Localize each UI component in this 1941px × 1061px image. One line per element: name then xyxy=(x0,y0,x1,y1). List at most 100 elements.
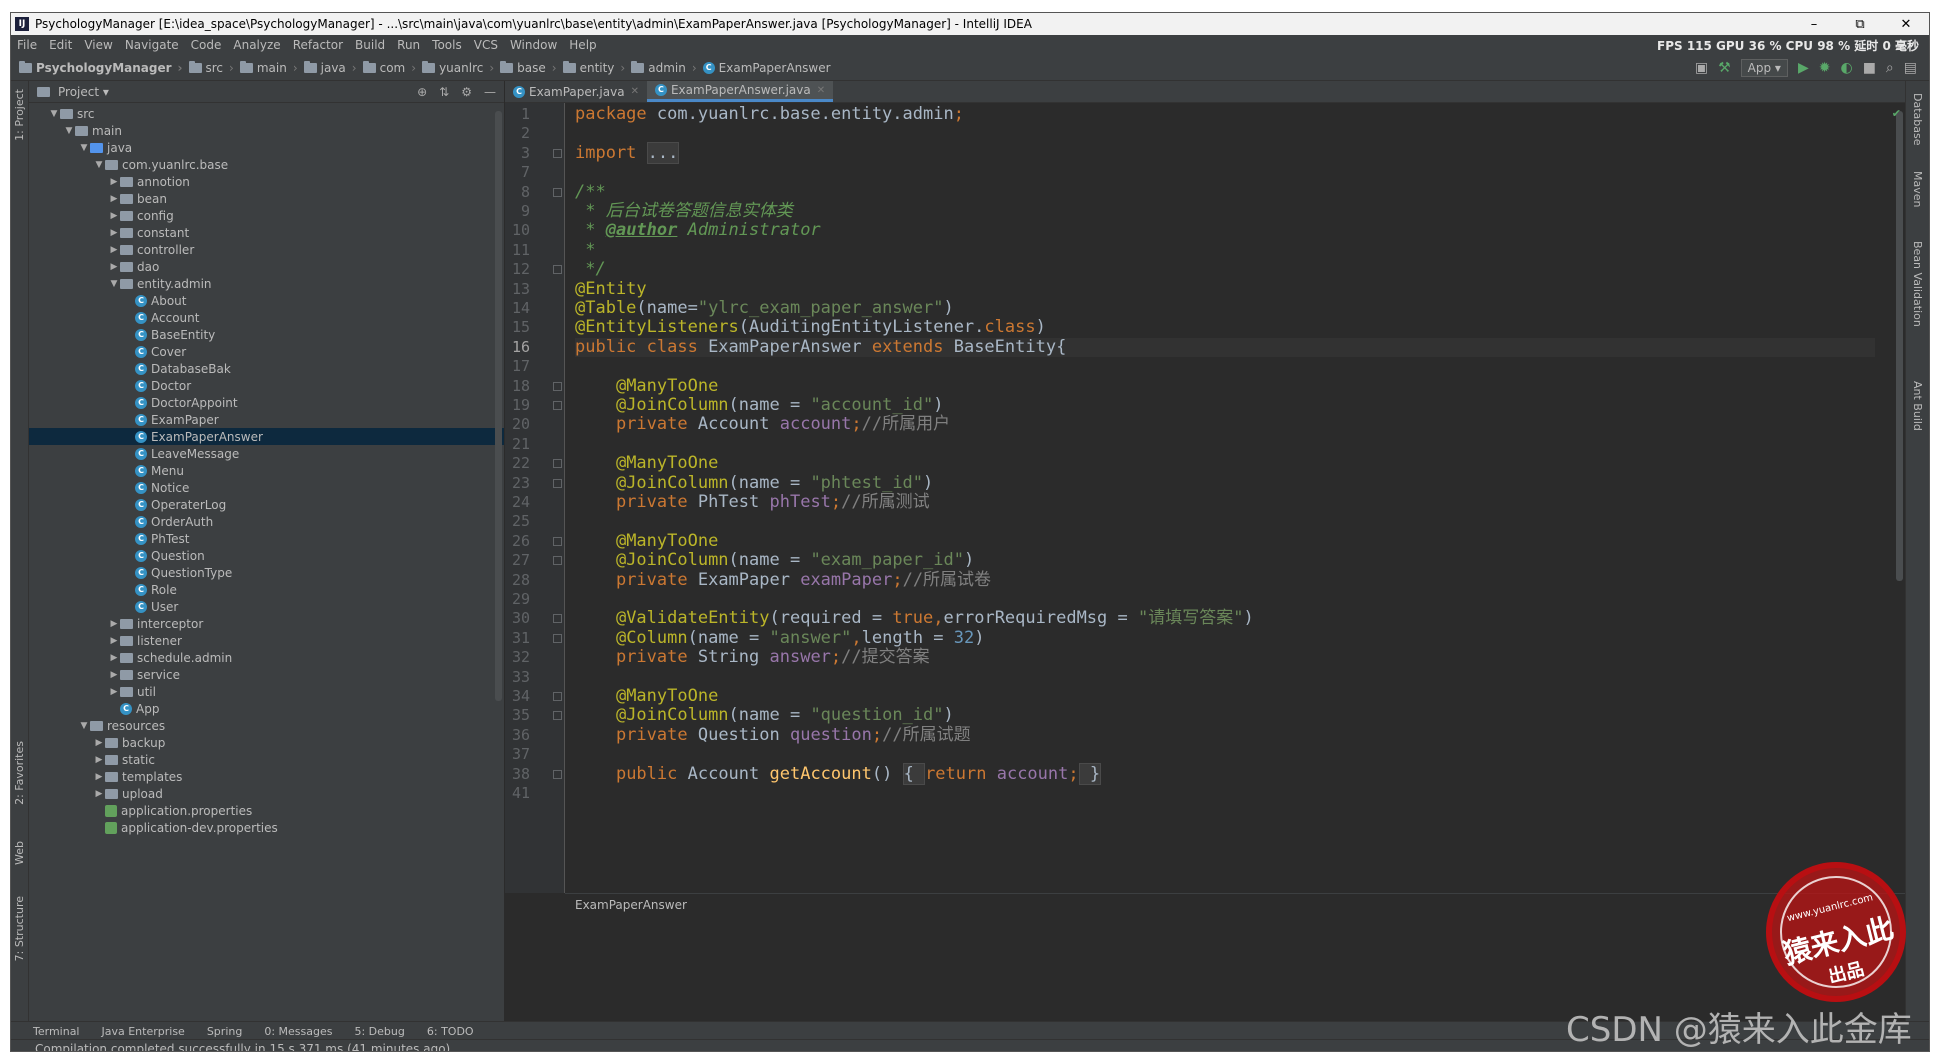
project-scrollbar[interactable] xyxy=(495,111,502,701)
code-line[interactable]: @JoinColumn(name = "question_id") xyxy=(575,706,954,725)
breadcrumb-item[interactable]: com › xyxy=(360,60,419,75)
collapsed-arrow-icon[interactable]: ▶ xyxy=(93,772,105,782)
expanded-arrow-icon[interactable]: ▼ xyxy=(78,721,90,731)
code-line[interactable]: @JoinColumn(name = "exam_paper_id") xyxy=(575,551,974,570)
tree-item[interactable]: C Role xyxy=(29,581,504,598)
expanded-arrow-icon[interactable]: ▼ xyxy=(78,143,90,153)
tab-close-icon[interactable]: ✕ xyxy=(631,86,639,97)
settings-gear-icon[interactable]: ⚙ xyxy=(461,85,472,99)
code-line[interactable]: */ xyxy=(575,260,605,279)
collapsed-arrow-icon[interactable]: ▶ xyxy=(93,789,105,799)
tree-item[interactable]: ▶ controller xyxy=(29,241,504,258)
menu-file[interactable]: File xyxy=(11,38,43,52)
tree-item[interactable]: C Notice xyxy=(29,479,504,496)
tree-item[interactable]: application-dev.properties xyxy=(29,819,504,836)
tree-item[interactable]: ▶ dao xyxy=(29,258,504,275)
tree-item[interactable]: application.properties xyxy=(29,802,504,819)
stop-icon[interactable]: ■ xyxy=(1863,60,1876,76)
run-configuration-select[interactable]: App ▾ xyxy=(1740,58,1788,77)
menu-navigate[interactable]: Navigate xyxy=(119,38,185,52)
code-line[interactable]: * @author Administrator xyxy=(575,221,820,240)
fold-marker-icon[interactable] xyxy=(553,148,562,158)
fold-marker-icon[interactable] xyxy=(553,187,562,197)
editor-breadcrumb[interactable]: ExamPaperAnswer xyxy=(565,893,1907,915)
fold-marker-icon[interactable] xyxy=(553,769,562,779)
tree-item[interactable]: ▶ schedule.admin xyxy=(29,649,504,666)
fold-marker-icon[interactable] xyxy=(553,265,562,275)
collapsed-arrow-icon[interactable]: ▶ xyxy=(108,670,120,680)
tree-item[interactable]: C ExamPaper xyxy=(29,411,504,428)
fold-marker-icon[interactable] xyxy=(553,556,562,566)
tree-item[interactable]: ▼ main xyxy=(29,122,504,139)
breadcrumb-item[interactable]: entity › xyxy=(560,60,629,75)
expanded-arrow-icon[interactable]: ▼ xyxy=(48,109,60,119)
expanded-arrow-icon[interactable]: ▼ xyxy=(63,126,75,136)
tree-item[interactable]: C ExamPaperAnswer xyxy=(29,428,504,445)
collapsed-arrow-icon[interactable]: ▶ xyxy=(93,738,105,748)
project-structure-icon[interactable]: ▣ xyxy=(1695,60,1708,76)
breadcrumb-item[interactable]: admin › xyxy=(628,60,699,75)
collapsed-arrow-icon[interactable]: ▶ xyxy=(108,653,120,663)
code-line[interactable]: public class ExamPaperAnswer extends Bas… xyxy=(575,337,1875,357)
tab-bean-validation[interactable]: Bean Validation xyxy=(1911,241,1924,327)
code-line[interactable]: import ... xyxy=(575,141,680,164)
tab-maven[interactable]: Maven xyxy=(1911,171,1924,207)
tree-item[interactable]: ▼ src xyxy=(29,105,504,122)
restore-button[interactable]: ⧉ xyxy=(1837,17,1883,32)
collapsed-arrow-icon[interactable]: ▶ xyxy=(108,194,120,204)
menu-view[interactable]: View xyxy=(78,38,118,52)
tree-item[interactable]: ▶ static xyxy=(29,751,504,768)
code-line[interactable]: * 后台试卷答题信息实体类 xyxy=(575,202,792,221)
tab-structure[interactable]: 7: Structure xyxy=(13,896,26,961)
tab-favorites[interactable]: 2: Favorites xyxy=(13,741,26,805)
editor-tab[interactable]: C ExamPaper.java ✕ xyxy=(505,81,647,102)
bottom-tool-5[interactable]: 6: TODO xyxy=(427,1025,474,1038)
code-line[interactable]: @ManyToOne xyxy=(575,376,718,396)
code-line[interactable]: private Question question;//所属试题 xyxy=(575,725,971,745)
collapsed-arrow-icon[interactable]: ▶ xyxy=(93,755,105,765)
tree-item[interactable]: C Account xyxy=(29,309,504,326)
code-line[interactable]: @ManyToOne xyxy=(575,531,718,551)
expanded-arrow-icon[interactable]: ▼ xyxy=(108,279,120,289)
menu-code[interactable]: Code xyxy=(185,38,228,52)
tree-item[interactable]: C OrderAuth xyxy=(29,513,504,530)
breadcrumb-item[interactable]: C ExamPaperAnswer xyxy=(700,61,834,75)
tab-database[interactable]: Database xyxy=(1911,93,1924,146)
tree-item[interactable]: C BaseEntity xyxy=(29,326,504,343)
menu-vcs[interactable]: VCS xyxy=(468,38,504,52)
code-line[interactable]: @JoinColumn(name = "account_id") xyxy=(575,396,944,415)
tree-item[interactable]: ▼ java xyxy=(29,139,504,156)
tree-item[interactable]: ▶ templates xyxy=(29,768,504,785)
locate-icon[interactable]: ⊕ xyxy=(417,85,427,99)
tree-item[interactable]: ▶ config xyxy=(29,207,504,224)
tree-item[interactable]: ▶ annotion xyxy=(29,173,504,190)
tree-item[interactable]: C Menu xyxy=(29,462,504,479)
menu-build[interactable]: Build xyxy=(349,38,391,52)
code-line[interactable]: * xyxy=(575,240,595,260)
code-line[interactable]: private String answer;//提交答案 xyxy=(575,648,930,667)
code-line[interactable]: private PhTest phTest;//所属测试 xyxy=(575,493,930,512)
tree-item[interactable]: C QuestionType xyxy=(29,564,504,581)
bottom-tool-2[interactable]: Spring xyxy=(207,1025,243,1038)
menu-refactor[interactable]: Refactor xyxy=(287,38,349,52)
build-hammer-icon[interactable]: ⚒ xyxy=(1718,60,1731,76)
tree-item[interactable]: C Doctor xyxy=(29,377,504,394)
code-line[interactable]: @EntityListeners(AuditingEntityListener.… xyxy=(575,318,1046,337)
code-line[interactable]: @ManyToOne xyxy=(575,454,718,473)
menu-analyze[interactable]: Analyze xyxy=(227,38,286,52)
tab-ant-build[interactable]: Ant Build xyxy=(1911,381,1924,431)
code-line[interactable]: private ExamPaper examPaper;//所属试卷 xyxy=(575,570,991,590)
collapsed-arrow-icon[interactable]: ▶ xyxy=(108,687,120,697)
tree-item[interactable]: C Question xyxy=(29,547,504,564)
menu-edit[interactable]: Edit xyxy=(43,38,78,52)
tree-item[interactable]: ▶ util xyxy=(29,683,504,700)
expanded-arrow-icon[interactable]: ▼ xyxy=(93,160,105,170)
menu-window[interactable]: Window xyxy=(504,38,563,52)
run-icon[interactable]: ▶ xyxy=(1798,60,1809,76)
collapse-all-icon[interactable]: ⇅ xyxy=(439,85,449,99)
menu-run[interactable]: Run xyxy=(391,38,426,52)
code-area[interactable]: package com.yuanlrc.base.entity.admin; im… xyxy=(575,103,1875,893)
fold-marker-icon[interactable] xyxy=(553,536,562,546)
fold-marker-icon[interactable] xyxy=(553,614,562,624)
bottom-tool-1[interactable]: Java Enterprise xyxy=(102,1025,185,1038)
